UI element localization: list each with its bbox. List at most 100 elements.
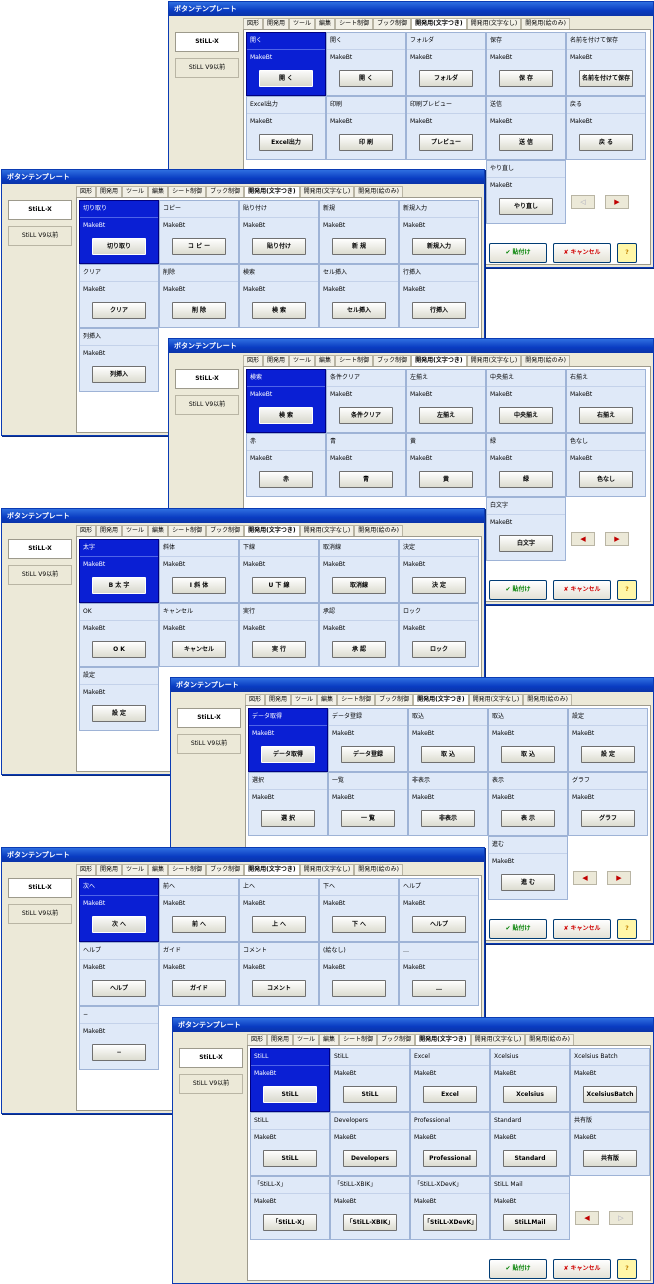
preview-button[interactable]: 取 込 (501, 746, 555, 763)
tab-4[interactable]: シート制御 (168, 864, 207, 875)
tab-6[interactable]: 開発用(文字つき) (244, 525, 300, 536)
button-cell[interactable]: StiLL MakeBt StiLL (250, 1112, 330, 1176)
cancel-button[interactable]: ✘ キャンセル (553, 580, 611, 600)
preview-button[interactable]: 一 覧 (341, 810, 395, 827)
tab-2[interactable]: ツール (291, 694, 318, 705)
button-cell[interactable]: Xcelsius Batch MakeBt XcelsiusBatch (570, 1048, 650, 1112)
button-cell[interactable]: 検索 MakeBt 検 索 (239, 264, 319, 328)
preview-button[interactable]: 条件クリア (339, 407, 393, 424)
tab-0[interactable]: 図形 (243, 355, 264, 366)
button-cell[interactable]: 斜体 MakeBt I 斜 体 (159, 539, 239, 603)
tab-6[interactable]: 開発用(文字つき) (415, 1034, 471, 1045)
preview-button[interactable]: 印 刷 (339, 134, 393, 151)
preview-button[interactable]: 選 択 (261, 810, 315, 827)
tab-4[interactable]: シート制御 (335, 355, 374, 366)
preview-button[interactable]: Professional (423, 1150, 477, 1167)
button-cell[interactable]: ガイド MakeBt ガイド (159, 942, 239, 1006)
tab-0[interactable]: 図形 (243, 18, 264, 29)
preview-button[interactable]: 色なし (579, 471, 633, 488)
button-cell[interactable]: 右揃え MakeBt 右揃え (566, 369, 646, 433)
tab-5[interactable]: ブック制御 (373, 18, 412, 29)
tab-5[interactable]: ブック制御 (206, 525, 245, 536)
preview-button[interactable]: ロック (412, 641, 466, 658)
tab-6[interactable]: 開発用(文字つき) (411, 355, 467, 366)
button-cell[interactable]: 切り取り MakeBt 切り取り (79, 200, 159, 264)
tab-2[interactable]: ツール (293, 1034, 320, 1045)
preview-button[interactable]: 検 索 (252, 302, 306, 319)
button-cell[interactable]: ヘルプ MakeBt ヘルプ (79, 942, 159, 1006)
tab-4[interactable]: シート制御 (337, 694, 376, 705)
tab-7[interactable]: 開発用(文字なし) (466, 18, 522, 29)
button-cell[interactable]: 開く MakeBt 開 く (246, 32, 326, 96)
preview-button[interactable]: 戻 る (579, 134, 633, 151)
tab-3[interactable]: 編集 (148, 525, 169, 536)
preview-button[interactable]: 新規入力 (412, 238, 466, 255)
button-cell[interactable]: 戻る MakeBt 戻 る (566, 96, 646, 160)
preview-button[interactable]: 実 行 (252, 641, 306, 658)
preview-button[interactable]: 表 示 (501, 810, 555, 827)
preview-button[interactable]: 設 定 (581, 746, 635, 763)
preview-button[interactable]: 保 存 (499, 70, 553, 87)
tab-2[interactable]: ツール (122, 864, 149, 875)
next-page-icon[interactable]: ▷ (609, 1211, 633, 1225)
preview-button[interactable]: 取 込 (421, 746, 475, 763)
button-cell[interactable]: 取消線 MakeBt 取消線 (319, 539, 399, 603)
tab-2[interactable]: ツール (289, 355, 316, 366)
tab-1[interactable]: 開発用 (96, 186, 123, 197)
preview-button[interactable]: 「StiLL-XBIK」 (343, 1214, 397, 1231)
button-cell[interactable]: Developers MakeBt Developers (330, 1112, 410, 1176)
button-cell[interactable]: … MakeBt… (399, 942, 479, 1006)
button-cell[interactable]: StiLL MakeBt StiLL (330, 1048, 410, 1112)
preview-button[interactable]: 青 (339, 471, 393, 488)
button-cell[interactable]: 「StiLL-X」 MakeBt 「StiLL-X」 (250, 1176, 330, 1240)
preview-button[interactable]: 設 定 (92, 705, 146, 722)
button-cell[interactable]: 行挿入 MakeBt 行挿入 (399, 264, 479, 328)
paste-button[interactable]: ✔ 貼付け (489, 580, 547, 600)
preview-button[interactable]: Xcelsius (503, 1086, 557, 1103)
tab-4[interactable]: シート制御 (339, 1034, 378, 1045)
tab-1[interactable]: 開発用 (265, 694, 292, 705)
button-cell[interactable]: 下へ MakeBt 下 へ (319, 878, 399, 942)
prev-page-icon[interactable]: ◀ (573, 871, 597, 885)
preview-button[interactable]: 列挿入 (92, 366, 146, 383)
tab-5[interactable]: ブック制御 (373, 355, 412, 366)
preview-button[interactable]: 上 へ (252, 916, 306, 933)
button-cell[interactable]: 上へ MakeBt 上 へ (239, 878, 319, 942)
preview-button[interactable]: データ登録 (341, 746, 395, 763)
button-cell[interactable]: − MakeBt − (79, 1006, 159, 1070)
button-cell[interactable]: 黄 MakeBt 黄 (406, 433, 486, 497)
side-tab-0[interactable]: StiLL-X (175, 32, 239, 52)
button-cell[interactable]: 非表示 MakeBt 非表示 (408, 772, 488, 836)
preview-button[interactable]: O K (92, 641, 146, 658)
tab-3[interactable]: 編集 (315, 355, 336, 366)
tab-8[interactable]: 開発用(絵のみ) (523, 694, 572, 705)
preview-button[interactable]: StiLL (263, 1086, 317, 1103)
preview-button[interactable]: XcelsiusBatch (583, 1086, 637, 1103)
tab-5[interactable]: ブック制御 (375, 694, 414, 705)
side-tab-1[interactable]: StiLL V9以前 (8, 226, 72, 246)
button-cell[interactable]: 送信 MakeBt 送 信 (486, 96, 566, 160)
button-cell[interactable]: OK MakeBt O K (79, 603, 159, 667)
button-cell[interactable]: 条件クリア MakeBt 条件クリア (326, 369, 406, 433)
button-cell[interactable]: 名前を付けて保存 MakeBt 名前を付けて保存 (566, 32, 646, 96)
side-tab-0[interactable]: StiLL-X (8, 878, 72, 898)
tab-3[interactable]: 編集 (315, 18, 336, 29)
tab-3[interactable]: 編集 (148, 186, 169, 197)
preview-button[interactable]: ガイド (172, 980, 226, 997)
preview-button[interactable]: Excel (423, 1086, 477, 1103)
tab-6[interactable]: 開発用(文字つき) (244, 864, 300, 875)
button-cell[interactable]: 太字 MakeBt B 太 字 (79, 539, 159, 603)
preview-button[interactable]: 黄 (419, 471, 473, 488)
button-cell[interactable]: 設定 MakeBt 設 定 (568, 708, 648, 772)
tab-0[interactable]: 図形 (247, 1034, 268, 1045)
cancel-button[interactable]: ✘ キャンセル (553, 243, 611, 263)
tab-2[interactable]: ツール (289, 18, 316, 29)
preview-button[interactable]: 決 定 (412, 577, 466, 594)
button-cell[interactable]: 保存 MakeBt 保 存 (486, 32, 566, 96)
preview-button[interactable]: 新 規 (332, 238, 386, 255)
button-cell[interactable]: 進む MakeBt 進 む (488, 836, 568, 900)
button-cell[interactable]: 検索 MakeBt 検 索 (246, 369, 326, 433)
button-cell[interactable]: 決定 MakeBt 決 定 (399, 539, 479, 603)
tab-7[interactable]: 開発用(文字なし) (470, 1034, 526, 1045)
side-tab-1[interactable]: StiLL V9以前 (8, 565, 72, 585)
